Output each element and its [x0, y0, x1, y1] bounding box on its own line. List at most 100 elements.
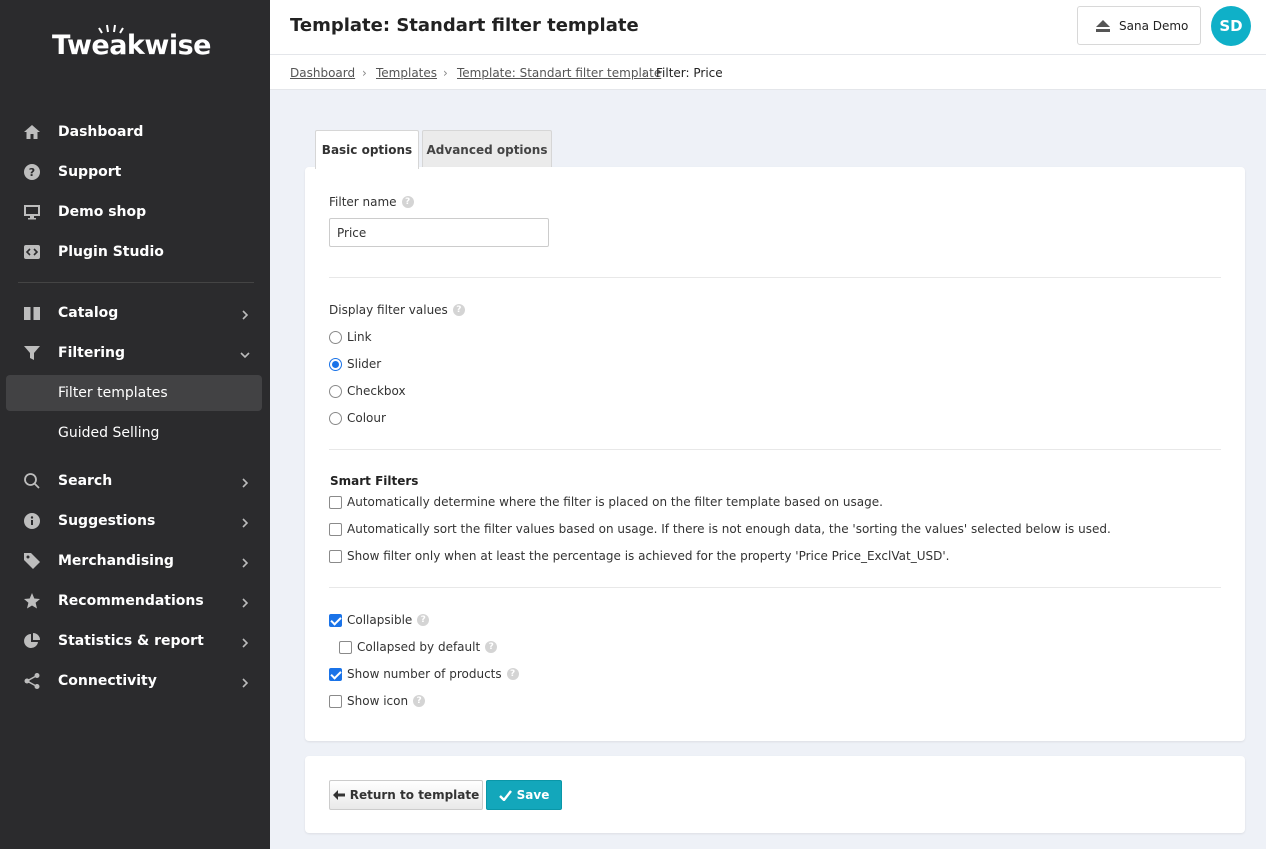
- smart-option-auto-place[interactable]: Automatically determine where the filter…: [329, 495, 883, 509]
- button-label: Return to template: [349, 788, 480, 802]
- section-divider: [329, 449, 1221, 450]
- sidebar-item-search[interactable]: Search: [0, 463, 270, 499]
- tab-basic-options[interactable]: Basic options: [315, 130, 419, 169]
- option-label: Colour: [347, 411, 386, 425]
- help-icon[interactable]: ?: [401, 196, 414, 208]
- sidebar-item-label: Guided Selling: [58, 425, 160, 441]
- checkbox-checked[interactable]: [329, 613, 342, 627]
- sidebar-item-support[interactable]: ? Support: [0, 154, 270, 190]
- sidebar-item-label: Plugin Studio: [58, 244, 164, 260]
- sidebar: Tweakwise Dashboard ? Support Demo shop …: [0, 0, 270, 849]
- filter-name-label-text: Filter name: [329, 195, 397, 209]
- chevron-right-icon: [240, 596, 250, 608]
- sidebar-item-catalog[interactable]: Catalog: [0, 295, 270, 331]
- info-circle-icon: [23, 512, 41, 530]
- checkbox[interactable]: [329, 694, 342, 708]
- sidebar-item-merchandising[interactable]: Merchandising: [0, 543, 270, 579]
- radio-button[interactable]: [329, 384, 342, 398]
- account-switch-button[interactable]: Sana Demo: [1077, 6, 1201, 45]
- sidebar-item-suggestions[interactable]: Suggestions: [0, 503, 270, 539]
- sidebar-item-label: Support: [58, 164, 122, 180]
- help-icon[interactable]: ?: [485, 641, 498, 653]
- breadcrumb-separator: ›: [443, 66, 448, 80]
- help-icon[interactable]: ?: [417, 614, 430, 626]
- display-option-checkbox[interactable]: Checkbox: [329, 384, 406, 398]
- sidebar-item-recommendations[interactable]: Recommendations: [0, 583, 270, 619]
- logo-text: Tweakwise: [52, 30, 211, 61]
- sidebar-item-label: Filter templates: [58, 385, 168, 401]
- option-label: Checkbox: [347, 384, 406, 398]
- user-avatar[interactable]: SD: [1211, 6, 1251, 46]
- code-icon: [23, 243, 41, 261]
- display-filter-values-text: Display filter values: [329, 303, 448, 317]
- collapsed-by-default-option[interactable]: Collapsed by default ?: [339, 640, 498, 654]
- tag-icon: [23, 552, 41, 570]
- tab-advanced-options[interactable]: Advanced options: [422, 130, 552, 168]
- chevron-right-icon: [240, 636, 250, 648]
- sidebar-item-plugin-studio[interactable]: Plugin Studio: [0, 234, 270, 270]
- display-option-link[interactable]: Link: [329, 330, 372, 344]
- display-filter-values-label: Display filter values ?: [329, 303, 465, 317]
- breadcrumb-current: Filter: Price: [656, 66, 723, 80]
- section-divider: [329, 277, 1221, 278]
- search-icon: [23, 472, 41, 490]
- sidebar-item-label: Catalog: [58, 305, 119, 321]
- radio-button-selected[interactable]: [329, 357, 342, 371]
- checkbox[interactable]: [329, 522, 342, 536]
- breadcrumb-separator: ›: [642, 66, 647, 80]
- help-icon[interactable]: ?: [506, 668, 519, 680]
- sidebar-item-label: Suggestions: [58, 513, 156, 529]
- page-title: Template: Standart filter template: [290, 15, 639, 36]
- chevron-right-icon: [240, 516, 250, 528]
- option-label: Show icon: [347, 694, 409, 708]
- option-label: Slider: [347, 357, 382, 371]
- sidebar-item-label: Dashboard: [58, 124, 144, 140]
- filter-name-input[interactable]: [329, 218, 549, 247]
- top-header: Template: Standart filter template Sana …: [270, 0, 1266, 55]
- sidebar-item-dashboard[interactable]: Dashboard: [0, 114, 270, 150]
- help-icon[interactable]: ?: [452, 304, 465, 316]
- sidebar-item-demo-shop[interactable]: Demo shop: [0, 194, 270, 230]
- question-circle-icon: ?: [23, 163, 41, 181]
- checkbox-checked[interactable]: [329, 667, 342, 681]
- chevron-right-icon: [240, 308, 250, 320]
- breadcrumb-dashboard-link[interactable]: Dashboard: [290, 66, 355, 80]
- eject-icon: [1096, 20, 1110, 32]
- option-label: Show number of products: [347, 667, 502, 681]
- sidebar-item-filter-templates[interactable]: Filter templates: [6, 375, 262, 411]
- tweakwise-logo[interactable]: Tweakwise: [52, 24, 211, 61]
- logo-rays-icon: [98, 24, 124, 34]
- sidebar-item-label: Filtering: [58, 345, 126, 361]
- checkbox[interactable]: [329, 495, 342, 509]
- arrow-left-icon: [332, 790, 345, 800]
- smart-option-percentage[interactable]: Show filter only when at least the perce…: [329, 549, 949, 563]
- display-option-slider[interactable]: Slider: [329, 357, 381, 371]
- sidebar-item-guided-selling[interactable]: Guided Selling: [6, 415, 262, 451]
- checkmark-icon: [498, 789, 512, 801]
- smart-option-auto-sort[interactable]: Automatically sort the filter values bas…: [329, 522, 1111, 536]
- sidebar-item-connectivity[interactable]: Connectivity: [0, 663, 270, 699]
- show-number-option[interactable]: Show number of products ?: [329, 667, 519, 681]
- breadcrumb-templates-link[interactable]: Templates: [376, 66, 437, 80]
- filter-name-label: Filter name ?: [329, 195, 414, 209]
- svg-text:?: ?: [29, 166, 35, 179]
- collapsible-option[interactable]: Collapsible ?: [329, 613, 430, 627]
- checkbox[interactable]: [339, 640, 352, 654]
- option-label: Link: [347, 330, 372, 344]
- sidebar-item-label: Demo shop: [58, 204, 147, 220]
- radio-button[interactable]: [329, 411, 342, 425]
- star-icon: [23, 592, 41, 610]
- save-button[interactable]: Save: [486, 780, 562, 810]
- sidebar-item-statistics[interactable]: Statistics & report: [0, 623, 270, 659]
- checkbox[interactable]: [329, 549, 342, 563]
- return-to-template-button[interactable]: Return to template: [329, 780, 483, 810]
- display-option-colour[interactable]: Colour: [329, 411, 386, 425]
- radio-button[interactable]: [329, 330, 342, 344]
- sidebar-item-filtering[interactable]: Filtering: [0, 335, 270, 371]
- monitor-icon: [23, 203, 41, 221]
- breadcrumb-template-link[interactable]: Template: Standart filter template: [457, 66, 661, 80]
- option-label: Collapsed by default: [357, 640, 481, 654]
- show-icon-option[interactable]: Show icon ?: [329, 694, 426, 708]
- help-icon[interactable]: ?: [413, 695, 426, 707]
- chevron-right-icon: [240, 676, 250, 688]
